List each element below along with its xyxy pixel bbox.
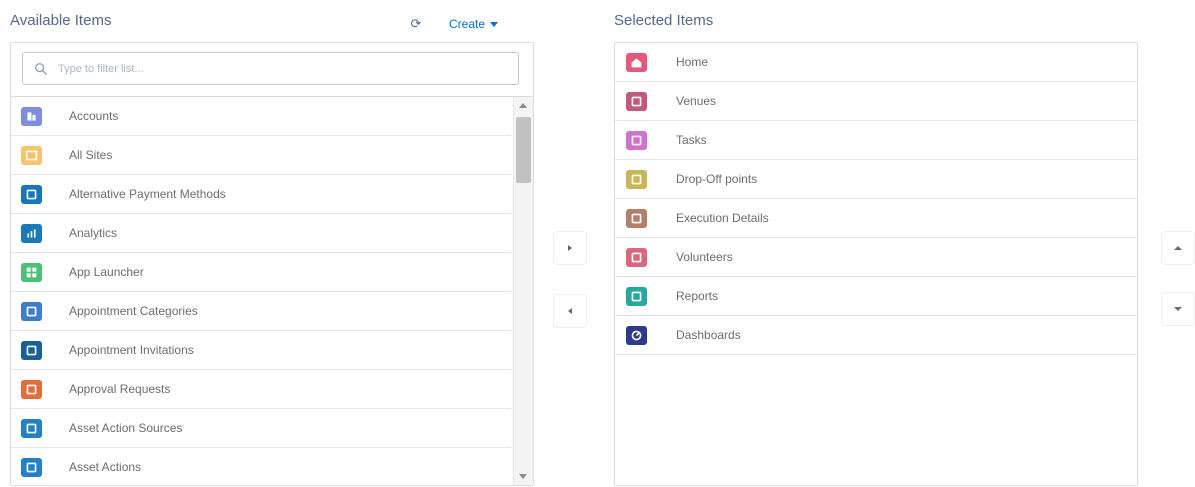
- available-list-item[interactable]: Alternative Payment Methods: [11, 175, 511, 214]
- home-icon: [626, 52, 647, 72]
- item-label: Accounts: [69, 109, 119, 123]
- dashboard-icon: [626, 325, 647, 345]
- available-list-item[interactable]: Asset Action Sources: [11, 409, 511, 448]
- item-label: Analytics: [69, 226, 118, 240]
- chevron-up-icon: [1174, 246, 1182, 250]
- chart-icon: [21, 223, 42, 243]
- item-label: Approval Requests: [69, 382, 171, 396]
- create-button[interactable]: Create: [449, 16, 499, 32]
- scroll-up-arrow[interactable]: [519, 103, 527, 108]
- selected-list-item[interactable]: Reports: [615, 277, 1137, 316]
- report-icon: [626, 286, 647, 306]
- item-label: Volunteers: [676, 250, 733, 264]
- available-list-item[interactable]: All Sites: [11, 136, 511, 175]
- chevron-down-icon: [1174, 307, 1182, 311]
- move-down-button[interactable]: [1161, 292, 1195, 326]
- item-label: Venues: [676, 94, 717, 108]
- item-label: All Sites: [69, 148, 113, 162]
- chevron-left-icon: [568, 308, 572, 314]
- item-label: Asset Action Sources: [69, 421, 183, 435]
- item-label: Asset Actions: [69, 460, 142, 474]
- item-label: Drop-Off points: [676, 172, 758, 186]
- venue-icon: [626, 91, 647, 111]
- asset-source-icon: [21, 418, 42, 438]
- search-input[interactable]: [56, 61, 500, 76]
- selected-list-item[interactable]: Volunteers: [615, 238, 1137, 277]
- available-list-item[interactable]: Accounts: [11, 97, 511, 136]
- available-items-list: Accounts All Sites Alternative Payment Met…: [11, 97, 533, 485]
- selected-items-panel: Home Venues Tasks Drop-Off points Execution …: [614, 42, 1138, 486]
- item-label: Appointment Categories: [69, 304, 198, 318]
- create-label: Create: [449, 17, 486, 31]
- category-icon: [21, 301, 42, 321]
- chevron-right-icon: [568, 245, 572, 251]
- move-left-button[interactable]: [553, 294, 587, 328]
- selected-items-title: Selected Items: [614, 12, 714, 29]
- available-list-item[interactable]: App Launcher: [11, 253, 511, 292]
- item-label: Reports: [676, 289, 719, 303]
- selected-list-item[interactable]: Tasks: [615, 121, 1137, 160]
- building-icon: [21, 106, 42, 126]
- asset-action-icon: [21, 457, 42, 477]
- selected-list-item[interactable]: Dashboards: [615, 316, 1137, 355]
- item-label: App Launcher: [69, 265, 144, 279]
- item-label: Execution Details: [676, 211, 769, 225]
- available-list-item[interactable]: Asset Actions: [11, 448, 511, 485]
- item-label: Alternative Payment Methods: [69, 187, 226, 201]
- people-icon: [626, 247, 647, 267]
- approval-icon: [21, 379, 42, 399]
- item-label: Appointment Invitations: [69, 343, 194, 357]
- item-label: Dashboards: [676, 328, 741, 342]
- move-right-button[interactable]: [553, 231, 587, 265]
- task-icon: [626, 130, 647, 150]
- available-items-panel: Accounts All Sites Alternative Payment Met…: [10, 42, 534, 486]
- location-icon: [626, 169, 647, 189]
- briefcase-icon: [626, 208, 647, 228]
- selected-list-item[interactable]: Drop-Off points: [615, 160, 1137, 199]
- available-items-title: Available Items: [10, 12, 112, 29]
- item-selector: Available Items ⟳ Create Accounts All Sit…: [0, 0, 1195, 487]
- refresh-button[interactable]: ⟳: [406, 15, 426, 33]
- search-icon: [34, 62, 48, 76]
- search-box[interactable]: [22, 52, 519, 85]
- calendar-icon: [21, 340, 42, 360]
- grid-icon: [21, 262, 42, 282]
- move-up-button[interactable]: [1161, 231, 1195, 265]
- selected-list-item[interactable]: Venues: [615, 82, 1137, 121]
- available-list-item[interactable]: Appointment Invitations: [11, 331, 511, 370]
- available-list-item[interactable]: Analytics: [11, 214, 511, 253]
- refresh-icon: ⟳: [410, 16, 422, 31]
- chevron-down-icon: [490, 21, 499, 27]
- scroll-down-arrow[interactable]: [519, 474, 527, 479]
- item-label: Home: [676, 55, 709, 69]
- selected-list-item[interactable]: Home: [615, 43, 1137, 82]
- search-area: [11, 43, 533, 97]
- selected-list-item[interactable]: Execution Details: [615, 199, 1137, 238]
- item-label: Tasks: [676, 133, 707, 147]
- scrollbar[interactable]: [513, 97, 533, 485]
- window-icon: [21, 145, 42, 165]
- available-list-item[interactable]: Approval Requests: [11, 370, 511, 409]
- payment-icon: [21, 184, 42, 204]
- scroll-thumb[interactable]: [516, 117, 531, 183]
- available-list-item[interactable]: Appointment Categories: [11, 292, 511, 331]
